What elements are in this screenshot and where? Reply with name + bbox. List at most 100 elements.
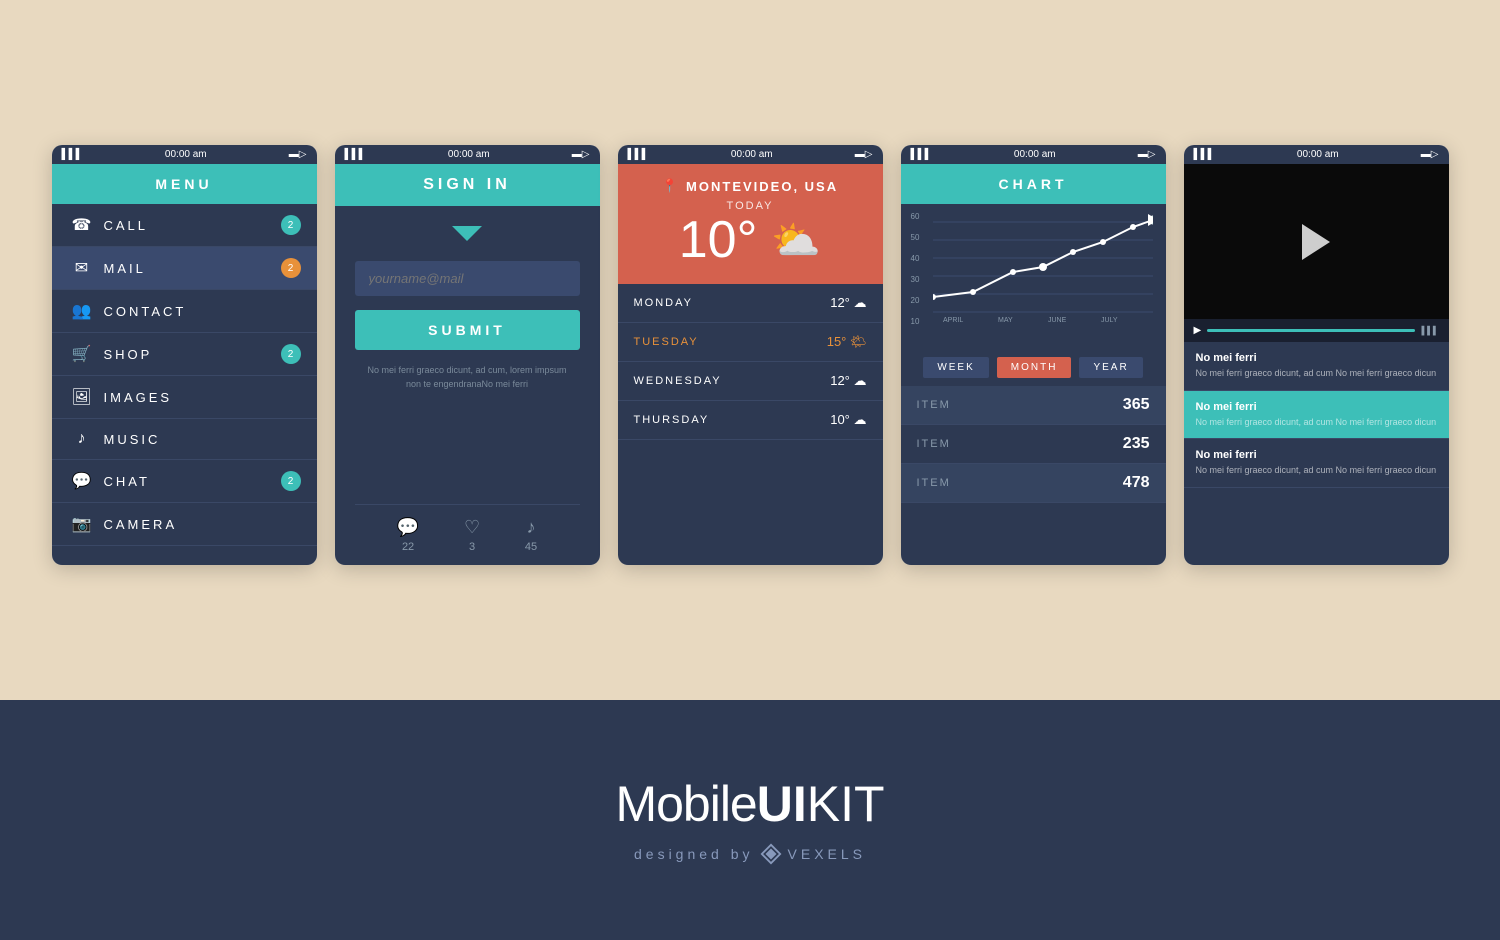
status-bar-5: ▌▌▌ 00:00 am ▬▷ <box>1184 145 1449 164</box>
camera-icon: 📷 <box>68 514 96 534</box>
weather-header: 📍 MONTEVIDEO, USA TODAY 10° ⛅ <box>618 164 883 284</box>
signin-body: SUBMIT No mei ferri graeco dicunt, ad cu… <box>335 206 600 565</box>
video-title-3: No mei ferri <box>1196 449 1437 461</box>
day-label: THURSDAY <box>634 414 710 426</box>
time-display: 00:00 am <box>1014 149 1056 160</box>
video-item-1[interactable]: No mei ferri No mei ferri graeco dicunt,… <box>1184 342 1449 391</box>
video-player <box>1184 164 1449 319</box>
signal-icon: ▌▌▌ <box>911 149 932 160</box>
music-label: MUSIC <box>104 432 301 447</box>
music-icon: ♪ <box>68 430 96 448</box>
status-bar-2: ▌▌▌ 00:00 am ▬▷ <box>335 145 600 164</box>
phone-weather: ▌▌▌ 00:00 am ▬▷ 📍 MONTEVIDEO, USA TODAY … <box>618 145 883 565</box>
camera-label: CAMERA <box>104 517 301 532</box>
tab-week[interactable]: WEEK <box>923 357 988 378</box>
menu-item-call[interactable]: ☎ CALL 2 <box>52 204 317 247</box>
y-label-20: 20 <box>911 296 920 305</box>
menu-item-chat[interactable]: 💬 CHAT 2 <box>52 460 317 503</box>
location-pin-icon: 📍 <box>662 178 680 194</box>
time-display: 00:00 am <box>1297 149 1339 160</box>
status-bar-4: ▌▌▌ 00:00 am ▬▷ <box>901 145 1166 164</box>
time-display: 00:00 am <box>731 149 773 160</box>
submit-button[interactable]: SUBMIT <box>355 310 580 350</box>
item-label-1: ITEM <box>917 399 951 411</box>
phone-video: ▌▌▌ 00:00 am ▬▷ ▶ ▌▌▌ No mei ferri No me… <box>1184 145 1449 565</box>
item-value-1: 365 <box>1123 396 1150 414</box>
menu-item-music[interactable]: ♪ MUSIC <box>52 419 317 460</box>
video-item-3[interactable]: No mei ferri No mei ferri graeco dicunt,… <box>1184 439 1449 488</box>
video-play-icon[interactable]: ▶ <box>1194 325 1202 336</box>
status-bar-3: ▌▌▌ 00:00 am ▬▷ <box>618 145 883 164</box>
day-label: WEDNESDAY <box>634 375 722 387</box>
shop-icon: 🛒 <box>68 344 96 364</box>
brand-logo: Mobile UI KIT <box>615 775 884 833</box>
svg-text:JULY: JULY <box>1101 317 1118 322</box>
footer-chat: 💬 22 <box>397 517 419 553</box>
chart-tabs: WEEK MONTH YEAR <box>901 349 1166 386</box>
mail-badge: 2 <box>281 258 301 278</box>
signal-icon: ▌▌▌ <box>345 149 366 160</box>
menu-item-shop[interactable]: 🛒 SHOP 2 <box>52 333 317 376</box>
temp-display: 10° ☁ <box>830 412 866 428</box>
chat-badge: 2 <box>281 471 301 491</box>
status-bar-1: ▌▌▌ 00:00 am ▬▷ <box>52 145 317 164</box>
video-volume-icon: ▌▌▌ <box>1421 326 1438 335</box>
footer-like: ♡ 3 <box>464 517 480 553</box>
chart-header: CHART <box>901 164 1166 204</box>
menu-item-camera[interactable]: 📷 CAMERA <box>52 503 317 546</box>
video-desc-1: No mei ferri graeco dicunt, ad cum No me… <box>1196 367 1437 380</box>
play-button[interactable] <box>1302 224 1330 260</box>
svg-text:MAY: MAY <box>998 317 1013 322</box>
video-item-2[interactable]: No mei ferri No mei ferri graeco dicunt,… <box>1184 391 1449 440</box>
chart-item-1: ITEM 365 <box>901 386 1166 425</box>
signin-footer: 💬 22 ♡ 3 ♪ 45 <box>355 504 580 565</box>
menu-item-mail[interactable]: ✉ MAIL 2 <box>52 247 317 290</box>
item-label-2: ITEM <box>917 438 951 450</box>
chat-label: CHAT <box>104 474 281 489</box>
email-input[interactable] <box>355 261 580 296</box>
footer-chat-icon: 💬 <box>397 517 419 538</box>
form-description: No mei ferri graeco dicunt, ad cum, lore… <box>355 364 580 391</box>
item-value-2: 235 <box>1123 435 1150 453</box>
temp-display: 15° 🌤 <box>827 334 867 350</box>
call-badge: 2 <box>281 215 301 235</box>
video-desc-2: No mei ferri graeco dicunt, ad cum No me… <box>1196 416 1437 429</box>
designed-by-text: designed by <box>634 846 754 862</box>
menu-item-contact[interactable]: 👥 CONTACT <box>52 290 317 333</box>
footer-chat-count: 22 <box>402 541 414 553</box>
brand-tagline: designed by vexels <box>634 843 866 865</box>
y-label-50: 50 <box>911 233 920 242</box>
tab-month[interactable]: MONTH <box>997 357 1072 378</box>
chart-y-axis: 60 50 40 30 20 10 <box>911 212 920 338</box>
weather-cloud-icon: ⛅ <box>771 217 821 264</box>
images-label: IMAGES <box>104 390 301 405</box>
y-label-30: 30 <box>911 275 920 284</box>
battery-icon: ▬▷ <box>289 149 307 160</box>
video-progress-bar[interactable] <box>1207 329 1415 332</box>
item-label-3: ITEM <box>917 477 951 489</box>
svg-text:JUNE: JUNE <box>1048 317 1067 322</box>
footer-music-icon: ♪ <box>526 517 535 538</box>
video-list: No mei ferri No mei ferri graeco dicunt,… <box>1184 342 1449 565</box>
signal-icon: ▌▌▌ <box>628 149 649 160</box>
call-label: CALL <box>104 218 281 233</box>
call-icon: ☎ <box>68 215 96 235</box>
svg-text:APRIL: APRIL <box>943 317 963 322</box>
menu-item-images[interactable]: 🖼 IMAGES <box>52 376 317 419</box>
brand-kit-text: KIT <box>807 775 885 833</box>
weather-location: 📍 MONTEVIDEO, USA <box>628 178 873 194</box>
chart-item-3: ITEM 478 <box>901 464 1166 503</box>
temp-display: 12° ☁ <box>830 295 866 311</box>
tab-year[interactable]: YEAR <box>1079 357 1142 378</box>
vexels-text: vexels <box>788 846 866 862</box>
battery-icon: ▬▷ <box>1421 149 1439 160</box>
weather-monday: MONDAY 12° ☁ <box>618 284 883 323</box>
line-chart-svg: APRIL MAY JUNE JULY <box>933 212 1153 322</box>
signin-header: SIGN IN <box>335 164 600 206</box>
video-controls: ▶ ▌▌▌ <box>1184 319 1449 342</box>
contact-icon: 👥 <box>68 301 96 321</box>
weather-wednesday: WEDNESDAY 12° ☁ <box>618 362 883 401</box>
temperature-value: 10° <box>679 214 758 266</box>
phones-section: ▌▌▌ 00:00 am ▬▷ MENU ☎ CALL 2 ✉ MAIL 2 👥… <box>0 0 1500 700</box>
weather-forecast: MONDAY 12° ☁ TUESDAY 15° 🌤 WEDNESDAY 12°… <box>618 284 883 565</box>
